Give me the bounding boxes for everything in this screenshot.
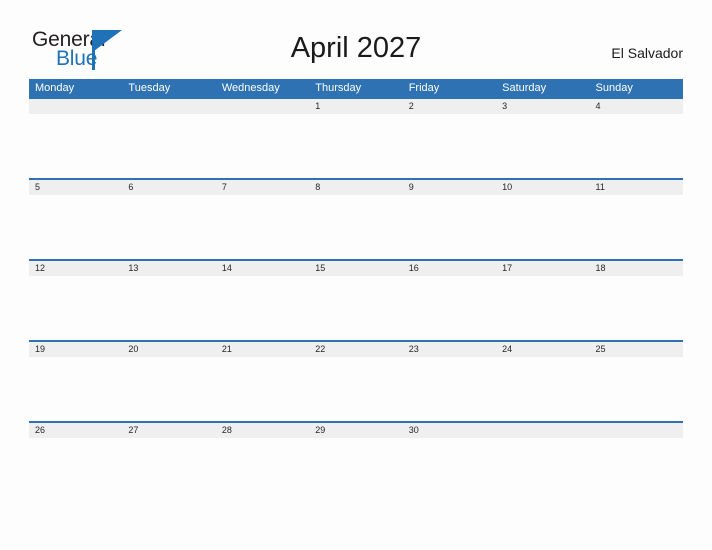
day-cell[interactable]: 28	[216, 423, 309, 438]
day-cell[interactable]: 24	[496, 342, 589, 357]
week-event-area[interactable]	[29, 276, 683, 340]
calendar-grid: Monday Tuesday Wednesday Thursday Friday…	[29, 79, 683, 502]
day-cell[interactable]: 9	[403, 180, 496, 195]
weekday-header-monday: Monday	[35, 82, 75, 94]
day-number-band: 12 13 14 15 16 17 18	[29, 261, 683, 276]
day-cell[interactable]	[216, 99, 309, 114]
week-event-area[interactable]	[29, 195, 683, 259]
day-number-band: 5 6 7 8 9 10 11	[29, 180, 683, 195]
weekday-header-saturday: Saturday	[502, 82, 547, 94]
day-cell[interactable]: 18	[590, 261, 683, 276]
day-cell[interactable]: 16	[403, 261, 496, 276]
week-row: 12 13 14 15 16 17 18	[29, 259, 683, 340]
day-number-band: 19 20 21 22 23 24 25	[29, 342, 683, 357]
calendar-page: General Blue April 2027 El Salvador Mond…	[0, 0, 712, 550]
day-cell[interactable]: 11	[590, 180, 683, 195]
page-title: April 2027	[290, 32, 422, 64]
weekday-header-thursday: Thursday	[315, 82, 362, 94]
week-row: 5 6 7 8 9 10 11	[29, 178, 683, 259]
day-cell[interactable]: 20	[122, 342, 215, 357]
day-cell[interactable]: 3	[496, 99, 589, 114]
day-cell[interactable]: 27	[122, 423, 215, 438]
weekday-header-sunday: Sunday	[595, 82, 633, 94]
day-cell[interactable]: 5	[29, 180, 122, 195]
day-number-band: 1 2 3 4	[29, 99, 683, 114]
weekday-header-row: Monday Tuesday Wednesday Thursday Friday…	[29, 79, 683, 97]
week-event-area[interactable]	[29, 357, 683, 421]
day-cell[interactable]	[122, 99, 215, 114]
day-cell[interactable]: 30	[403, 423, 496, 438]
day-cell[interactable]	[590, 423, 683, 438]
day-cell[interactable]: 29	[309, 423, 402, 438]
week-event-area[interactable]	[29, 438, 683, 502]
week-row: 26 27 28 29 30	[29, 421, 683, 502]
day-cell[interactable]: 14	[216, 261, 309, 276]
day-cell[interactable]: 7	[216, 180, 309, 195]
day-cell[interactable]: 19	[29, 342, 122, 357]
page-header: General Blue April 2027 El Salvador	[0, 0, 712, 76]
week-row: 1 2 3 4	[29, 97, 683, 178]
day-cell[interactable]: 13	[122, 261, 215, 276]
day-cell[interactable]	[29, 99, 122, 114]
weekday-header-friday: Friday	[408, 82, 440, 94]
weekday-header-wednesday: Wednesday	[221, 82, 280, 94]
day-cell[interactable]: 2	[403, 99, 496, 114]
day-cell[interactable]: 12	[29, 261, 122, 276]
day-number-band: 26 27 28 29 30	[29, 423, 683, 438]
day-cell[interactable]: 26	[29, 423, 122, 438]
day-cell[interactable]	[496, 423, 589, 438]
day-cell[interactable]: 22	[309, 342, 402, 357]
day-cell[interactable]: 15	[309, 261, 402, 276]
day-cell[interactable]: 23	[403, 342, 496, 357]
country-label: El Salvador	[611, 45, 683, 61]
day-cell[interactable]: 17	[496, 261, 589, 276]
week-row: 19 20 21 22 23 24 25	[29, 340, 683, 421]
day-cell[interactable]: 4	[590, 99, 683, 114]
day-cell[interactable]: 6	[122, 180, 215, 195]
day-cell[interactable]: 8	[309, 180, 402, 195]
week-event-area[interactable]	[29, 114, 683, 178]
weekday-header-tuesday: Tuesday	[128, 82, 171, 94]
day-cell[interactable]: 10	[496, 180, 589, 195]
day-cell[interactable]: 1	[309, 99, 402, 114]
day-cell[interactable]: 21	[216, 342, 309, 357]
day-cell[interactable]: 25	[590, 342, 683, 357]
